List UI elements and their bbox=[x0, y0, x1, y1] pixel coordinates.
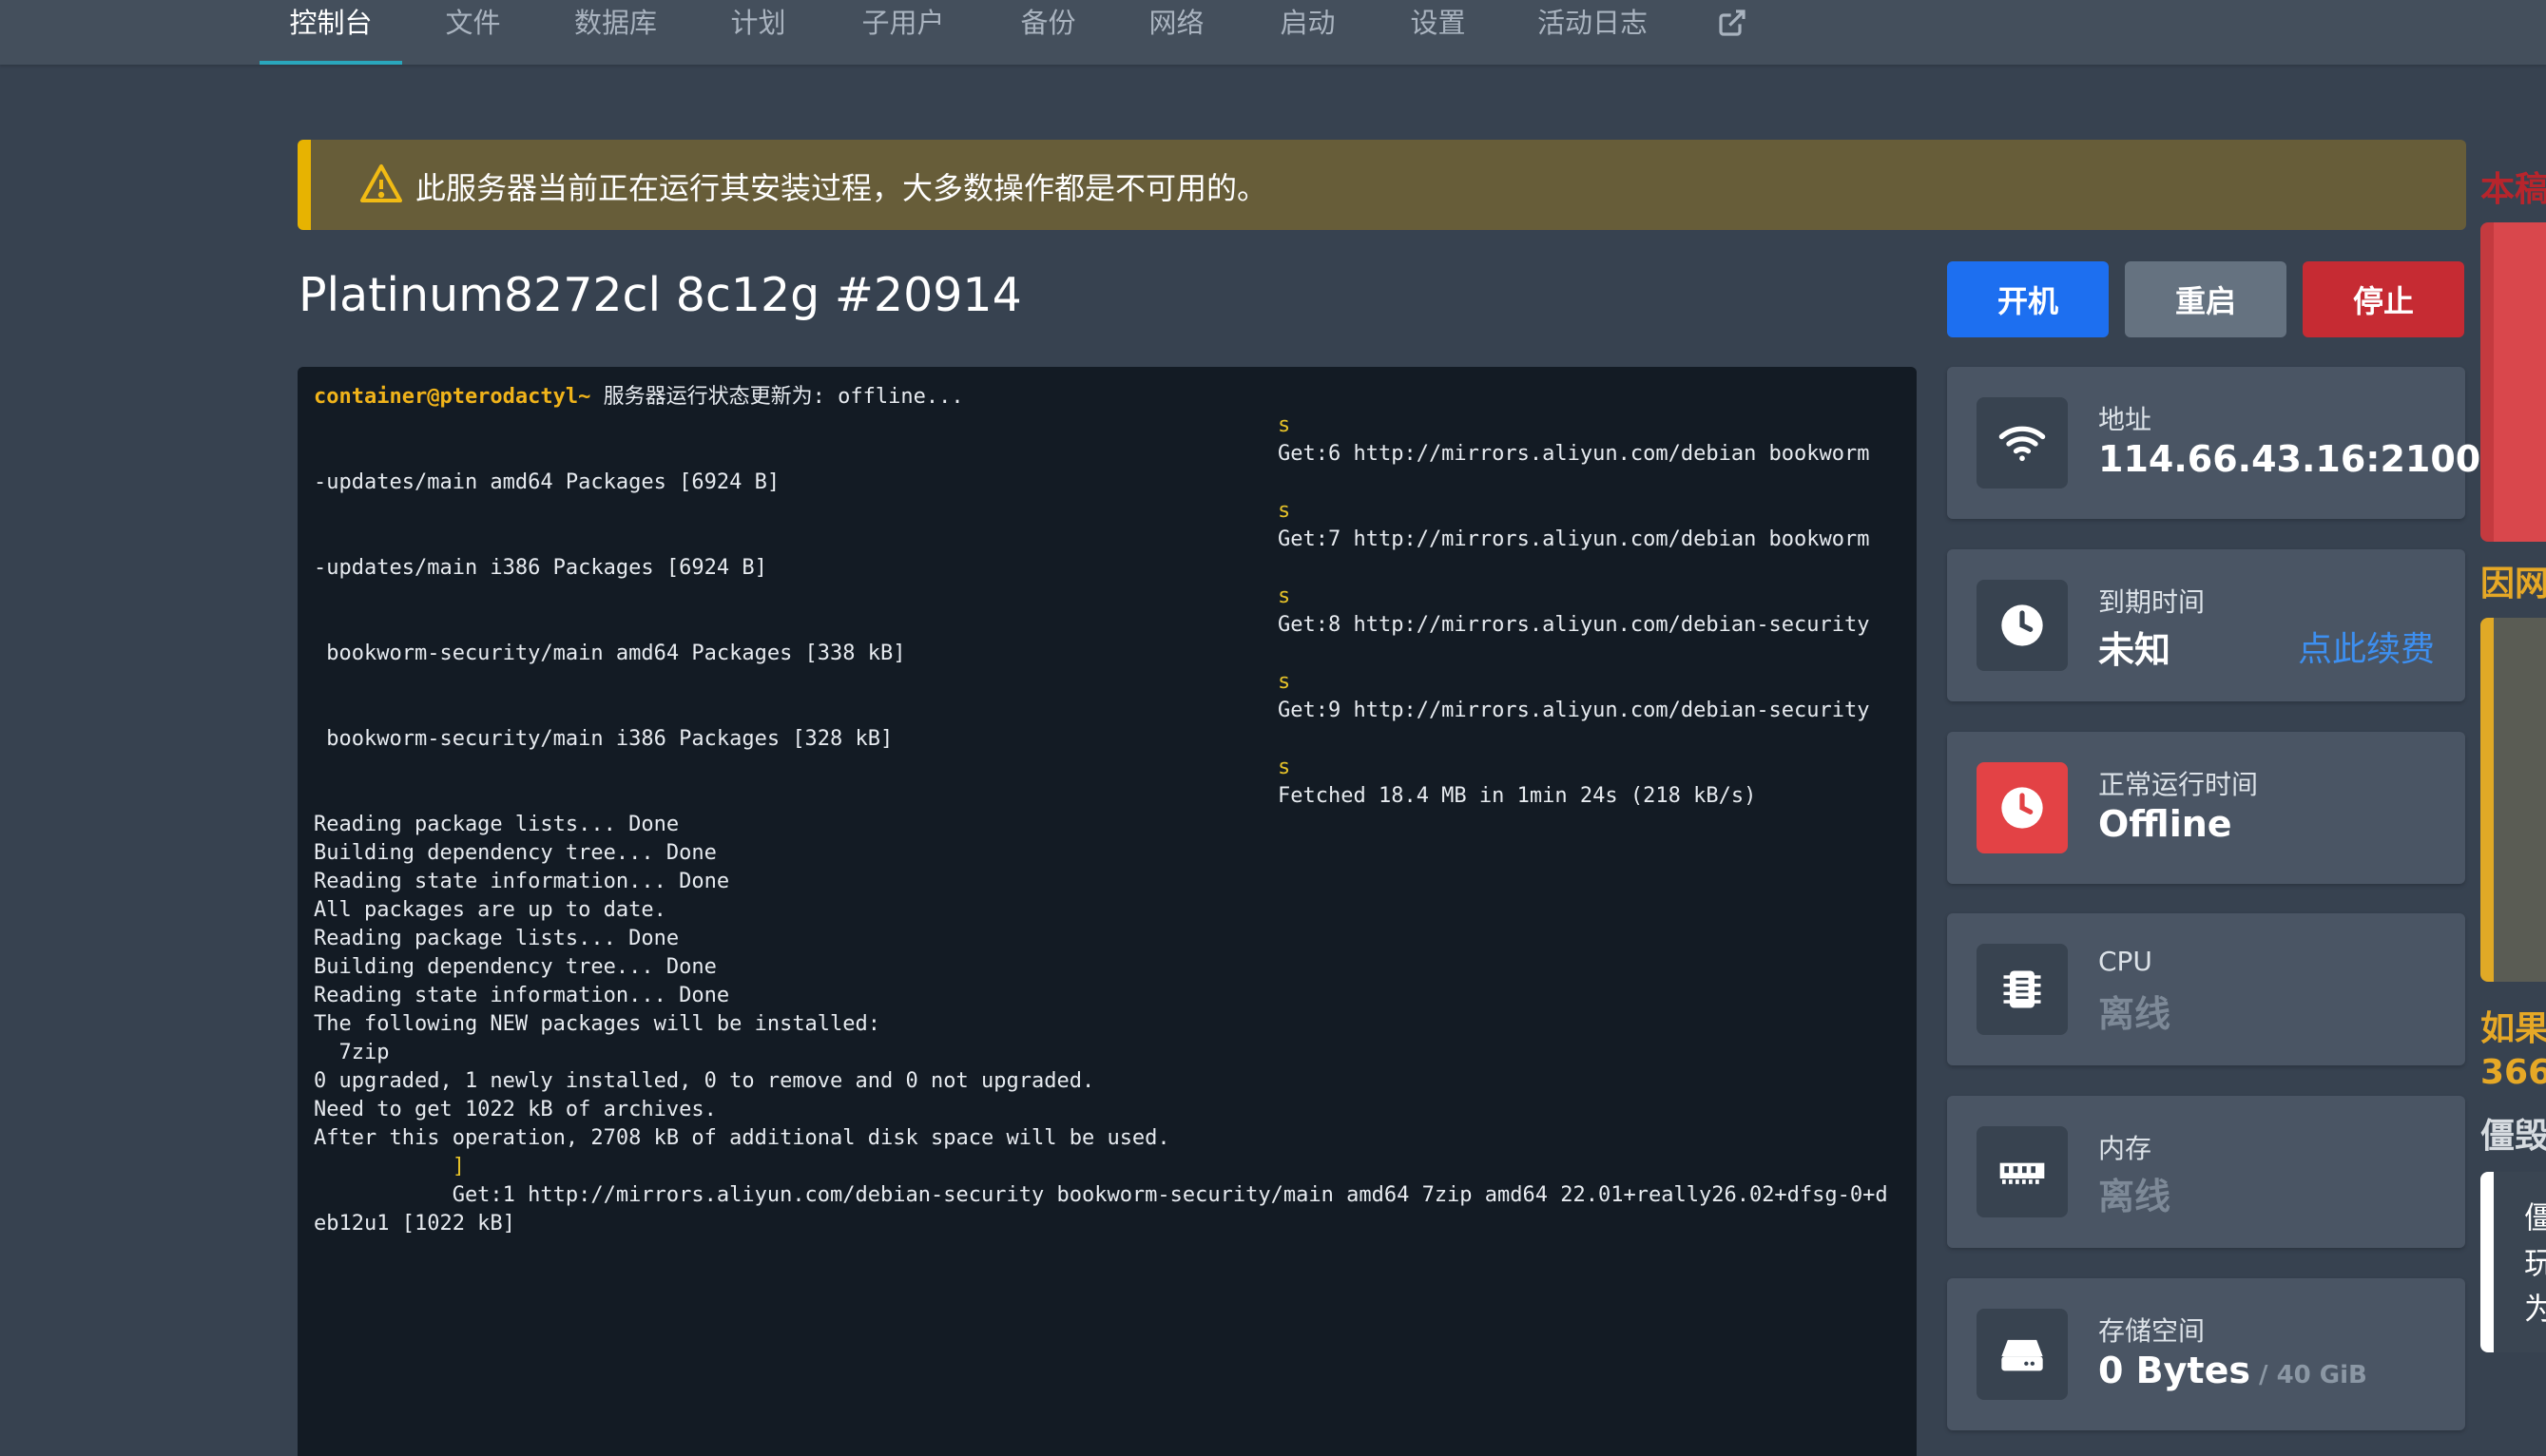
address-value[interactable]: 114.66.43.16:21000 bbox=[2098, 438, 2506, 480]
console-marker: s bbox=[1278, 756, 1291, 779]
start-button[interactable]: 开机 bbox=[1947, 261, 2109, 337]
console-line: 7zip bbox=[314, 1041, 390, 1064]
console-line: After this operation, 2708 kB of additio… bbox=[314, 1126, 1170, 1150]
console-line: Reading state information... Done bbox=[314, 984, 730, 1007]
renew-link[interactable]: 点此续费 bbox=[2298, 622, 2435, 671]
clipped-notice-text: 僵毁 bbox=[2480, 1117, 2546, 1156]
expiry-value: 未知 bbox=[2098, 629, 2171, 671]
uptime-value: Offline bbox=[2098, 803, 2232, 845]
clock-icon bbox=[1977, 762, 2068, 853]
top-navigation: 控制台 文件 数据库 计划 子用户 备份 网络 启动 设置 活动日志 bbox=[0, 0, 2546, 65]
clock-icon bbox=[1977, 580, 2068, 671]
storage-label: 存储空间 bbox=[2098, 1315, 2206, 1347]
storage-card: 存储空间 0 Bytes / 40 GiB bbox=[1947, 1278, 2465, 1430]
clipped-yellow-panel-inner bbox=[2494, 618, 2546, 982]
clipped-line: 为 bbox=[2524, 1291, 2546, 1327]
console-line: -updates/main amd64 Packages [6924 B] bbox=[314, 470, 781, 494]
memory-label: 内存 bbox=[2098, 1133, 2152, 1164]
hard-drive-icon bbox=[1977, 1309, 2068, 1400]
cpu-chip-icon bbox=[1977, 944, 2068, 1035]
console-line: The following NEW packages will be insta… bbox=[314, 1012, 881, 1036]
console-line: Get:7 http://mirrors.aliyun.com/debian b… bbox=[1278, 527, 1870, 551]
console-line: Building dependency tree... Done bbox=[314, 841, 717, 865]
console-line: Get:9 http://mirrors.aliyun.com/debian-s… bbox=[1278, 699, 1870, 722]
storage-limit: / 40 GiB bbox=[2249, 1361, 2367, 1389]
storage-used: 0 Bytes bbox=[2098, 1350, 2250, 1391]
console-line: Get:1 http://mirrors.aliyun.com/debian-s… bbox=[314, 1183, 1888, 1207]
tab-console[interactable]: 控制台 bbox=[260, 0, 402, 65]
external-link-icon[interactable] bbox=[1717, 8, 1747, 38]
tab-startup[interactable]: 启动 bbox=[1253, 0, 1362, 63]
tab-files[interactable]: 文件 bbox=[418, 0, 528, 63]
tab-subusers[interactable]: 子用户 bbox=[837, 0, 970, 63]
console-line: Reading state information... Done bbox=[314, 870, 730, 893]
console-line: Fetched 18.4 MB in 1min 24s (218 kB/s) bbox=[1278, 784, 1757, 808]
server-title: Platinum8272cl 8c12g #20914 bbox=[299, 268, 1022, 322]
storage-value: 0 Bytes / 40 GiB bbox=[2098, 1350, 2367, 1391]
cpu-card: CPU 离线 bbox=[1947, 913, 2465, 1065]
console-prompt: container@pterodactyl~ bbox=[314, 385, 591, 409]
restart-button[interactable]: 重启 bbox=[2125, 261, 2286, 337]
cpu-label: CPU bbox=[2098, 946, 2152, 977]
clipped-notice-text: 如果 bbox=[2480, 1009, 2546, 1048]
clipped-red-panel-inner bbox=[2494, 222, 2546, 542]
console-marker: s bbox=[1278, 584, 1291, 608]
console-line: 0 upgraded, 1 newly installed, 0 to remo… bbox=[314, 1069, 1095, 1093]
wifi-icon bbox=[1977, 397, 2068, 489]
clipped-line: 玩 bbox=[2524, 1245, 2546, 1281]
console-line: Reading package lists... Done bbox=[314, 927, 680, 950]
installing-alert: 此服务器当前正在运行其安装过程，大多数操作都是不可用的。 bbox=[298, 140, 2466, 230]
cpu-value: 离线 bbox=[2098, 993, 2171, 1035]
console-marker: s bbox=[1278, 413, 1291, 437]
memory-icon bbox=[1977, 1126, 2068, 1217]
tab-databases[interactable]: 数据库 bbox=[551, 0, 680, 63]
alert-text: 此服务器当前正在运行其安装过程，大多数操作都是不可用的。 bbox=[415, 170, 1268, 206]
clipped-notice-text: 366 bbox=[2480, 1053, 2546, 1092]
uptime-label: 正常运行时间 bbox=[2098, 769, 2259, 800]
clipped-white-panel: 僵 玩 为 bbox=[2480, 1172, 2546, 1352]
console-marker: s bbox=[1278, 499, 1291, 523]
console-line: All packages are up to date. bbox=[314, 898, 666, 922]
clipped-red-panel bbox=[2480, 222, 2546, 542]
address-card: 地址 114.66.43.16:21000 bbox=[1947, 367, 2506, 519]
console-line: bookworm-security/main amd64 Packages [3… bbox=[314, 642, 906, 665]
stop-button[interactable]: 停止 bbox=[2303, 261, 2464, 337]
expiry-card: 到期时间 未知 点此续费 bbox=[1947, 549, 2465, 701]
clipped-notice-title: 本稿 bbox=[2480, 170, 2546, 209]
console-line: -updates/main i386 Packages [6924 B] bbox=[314, 556, 767, 580]
clipped-notice-heading: 因网 bbox=[2480, 565, 2546, 603]
memory-value: 离线 bbox=[2098, 1176, 2171, 1217]
console-status-text: 服务器运行状态更新为: offline... bbox=[590, 385, 964, 409]
tab-settings[interactable]: 设置 bbox=[1383, 0, 1493, 63]
warning-icon bbox=[360, 164, 402, 202]
uptime-card: 正常运行时间 Offline bbox=[1947, 732, 2465, 884]
clipped-white-panel-text: 僵 玩 为 bbox=[2524, 1195, 2546, 1331]
console-line: Need to get 1022 kB of archives. bbox=[314, 1098, 717, 1121]
console-status-line: container@pterodactyl~ 服务器运行状态更新为: offli… bbox=[314, 383, 964, 412]
console-marker: s bbox=[1278, 670, 1291, 694]
clipped-line: 僵 bbox=[2524, 1199, 2546, 1236]
tab-activity-log[interactable]: 活动日志 bbox=[1521, 0, 1664, 63]
console-line: Building dependency tree... Done bbox=[314, 955, 717, 979]
console-line: Get:6 http://mirrors.aliyun.com/debian b… bbox=[1278, 442, 1870, 466]
console-output[interactable]: container@pterodactyl~ 服务器运行状态更新为: offli… bbox=[298, 367, 1917, 1456]
console-line: ] bbox=[314, 1155, 465, 1178]
tab-schedules[interactable]: 计划 bbox=[704, 0, 813, 63]
tab-network[interactable]: 网络 bbox=[1122, 0, 1231, 63]
address-label: 地址 bbox=[2098, 404, 2152, 435]
console-line: Get:8 http://mirrors.aliyun.com/debian-s… bbox=[1278, 613, 1870, 637]
expiry-label: 到期时间 bbox=[2098, 586, 2206, 618]
clipped-yellow-panel bbox=[2480, 618, 2546, 982]
console-line: bookworm-security/main i386 Packages [32… bbox=[314, 727, 894, 751]
tab-backups[interactable]: 备份 bbox=[993, 0, 1103, 63]
console-line: eb12u1 [1022 kB] bbox=[314, 1212, 515, 1236]
memory-card: 内存 离线 bbox=[1947, 1096, 2465, 1248]
console-line: Reading package lists... Done bbox=[314, 813, 680, 836]
